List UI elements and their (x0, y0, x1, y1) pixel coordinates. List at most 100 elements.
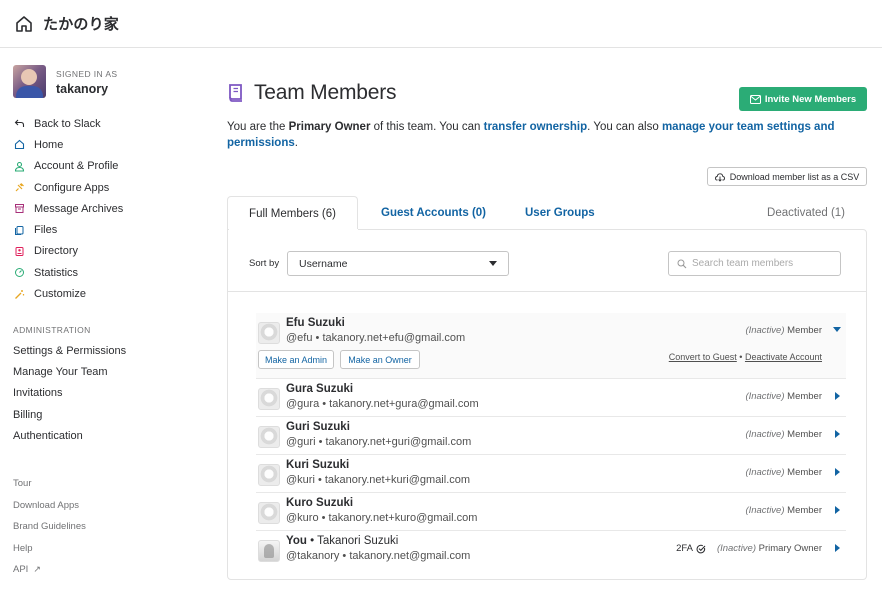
member-contact: @guri • takanory.net+guri@gmail.com (286, 436, 472, 448)
desc-text: . (294, 137, 298, 149)
tab-deactivated[interactable]: Deactivated (1) (767, 196, 845, 230)
twofa-label: 2FA (676, 543, 693, 554)
member-email: takanory.net+guri@gmail.com (325, 436, 472, 448)
check-circle-icon (696, 544, 706, 553)
link-api[interactable]: API ↗ (13, 559, 208, 581)
files-icon (13, 224, 25, 236)
member-email: takanory.net+kuri@gmail.com (324, 474, 471, 486)
sidebar-item-invitations[interactable]: Invitations (13, 383, 208, 404)
sidebar-item-settings-permissions[interactable]: Settings & Permissions (13, 340, 208, 361)
make-admin-button[interactable]: Make an Admin (258, 350, 334, 369)
deactivate-account-link[interactable]: Deactivate Account (745, 352, 822, 362)
book-icon (229, 84, 242, 102)
member-row[interactable]: You • Takanori Suzuki @takanory • takano… (256, 531, 846, 569)
member-role: Member (787, 505, 822, 516)
external-link-icon: ↗ (33, 564, 41, 575)
tab-guest-accounts[interactable]: Guest Accounts (0) (381, 196, 486, 230)
member-avatar (258, 322, 280, 344)
link-help[interactable]: Help (13, 538, 208, 560)
sidebar-item-statistics[interactable]: Statistics (13, 262, 208, 283)
sidebar-item-home[interactable]: Home (13, 134, 208, 155)
sort-value: Username (299, 257, 348, 270)
collapse-caret-icon[interactable] (833, 327, 841, 332)
tab-user-groups[interactable]: User Groups (525, 196, 595, 230)
link-brand-guidelines[interactable]: Brand Guidelines (13, 516, 208, 538)
desc-text: You are the (227, 121, 289, 133)
sidebar: SIGNED IN AS takanory Back to Slack Home… (0, 49, 210, 590)
sidebar-item-configure-apps[interactable]: Configure Apps (13, 177, 208, 198)
sidebar-item-files[interactable]: Files (13, 219, 208, 240)
member-email: takanory.net+kuro@gmail.com (328, 512, 478, 524)
member-name: Guri Suzuki (286, 421, 350, 433)
tab-full-members[interactable]: Full Members (6) (227, 196, 358, 230)
member-row[interactable]: Kuro Suzuki @kuro • takanory.net+kuro@gm… (256, 493, 846, 531)
expand-caret-icon[interactable] (835, 430, 840, 438)
link-tour[interactable]: Tour (13, 473, 208, 495)
convert-to-guest-link[interactable]: Convert to Guest (669, 352, 737, 362)
member-contact: @kuri • takanory.net+kuri@gmail.com (286, 474, 471, 486)
member-role: Primary Owner (758, 543, 822, 554)
download-csv-button[interactable]: Download member list as a CSV (707, 167, 867, 186)
member-handle: @efu (286, 332, 313, 344)
member-name: Efu Suzuki (286, 317, 345, 329)
member-role: Member (787, 391, 822, 402)
desc-owner: Primary Owner (288, 121, 371, 133)
member-avatar (258, 426, 280, 448)
member-handle: @kuri (286, 474, 315, 486)
search-input[interactable] (692, 258, 832, 269)
member-row[interactable]: Gura Suzuki @gura • takanory.net+gura@gm… (256, 379, 846, 417)
member-status: (Inactive) Member (745, 467, 822, 478)
envelope-icon (749, 94, 761, 104)
expand-caret-icon[interactable] (835, 544, 840, 552)
sidebar-item-label: Files (34, 224, 58, 237)
sidebar-item-billing[interactable]: Billing (13, 404, 208, 425)
member-tabs: Full Members (6) Guest Accounts (0) User… (227, 196, 867, 230)
member-avatar (258, 502, 280, 524)
sidebar-item-directory[interactable]: Directory (13, 241, 208, 262)
sidebar-item-label: Statistics (34, 266, 79, 279)
expand-caret-icon[interactable] (835, 506, 840, 514)
expand-caret-icon[interactable] (835, 468, 840, 476)
member-role: Member (787, 429, 822, 440)
page-title: Team Members (254, 81, 397, 104)
invite-new-members-button[interactable]: Invite New Members (739, 87, 867, 111)
member-status: (Inactive) Primary Owner (717, 543, 822, 554)
member-name: Kuro Suzuki (286, 497, 354, 509)
sidebar-item-label: Customize (34, 288, 86, 301)
cloud-download-icon (714, 172, 725, 182)
member-contact: @takanory • takanory.net@gmail.com (286, 550, 471, 562)
member-avatar (258, 540, 280, 562)
expand-caret-icon[interactable] (835, 392, 840, 400)
member-row[interactable]: Efu Suzuki @efu • takanory.net+efu@gmail… (256, 313, 846, 379)
home-icon[interactable] (14, 14, 34, 34)
member-inactive: (Inactive) (745, 325, 785, 336)
member-row[interactable]: Kuri Suzuki @kuri • takanory.net+kuri@gm… (256, 455, 846, 493)
search-box[interactable] (668, 251, 841, 276)
sidebar-item-account-profile[interactable]: Account & Profile (13, 156, 208, 177)
transfer-ownership-link[interactable]: transfer ownership (484, 121, 588, 133)
wand-icon (13, 288, 25, 300)
invite-button-label: Invite New Members (764, 93, 857, 105)
member-list: Efu Suzuki @efu • takanory.net+efu@gmail… (256, 313, 846, 569)
plug-icon (13, 182, 25, 194)
directory-icon (13, 245, 25, 257)
member-name: You • Takanori Suzuki (286, 535, 399, 547)
sidebar-item-message-archives[interactable]: Message Archives (13, 198, 208, 219)
member-handle: @takanory (286, 550, 340, 562)
sidebar-item-label: Account & Profile (34, 160, 119, 173)
sidebar-item-authentication[interactable]: Authentication (13, 425, 208, 446)
member-inactive: (Inactive) (745, 467, 785, 478)
member-avatar (258, 464, 280, 486)
make-owner-button[interactable]: Make an Owner (340, 350, 420, 369)
sidebar-item-back-to-slack[interactable]: Back to Slack (13, 113, 208, 134)
team-name[interactable]: たかのり家 (43, 13, 119, 34)
avatar (13, 65, 46, 98)
member-email: takanory.net+efu@gmail.com (322, 332, 466, 344)
sidebar-item-manage-your-team[interactable]: Manage Your Team (13, 361, 208, 382)
member-row[interactable]: Guri Suzuki @guri • takanory.net+guri@gm… (256, 417, 846, 455)
desc-text: of this team. You can (370, 121, 484, 133)
sort-select[interactable]: Username (287, 251, 509, 276)
sidebar-item-customize[interactable]: Customize (13, 283, 208, 304)
signed-in-username: takanory (56, 82, 109, 96)
link-download-apps[interactable]: Download Apps (13, 495, 208, 517)
